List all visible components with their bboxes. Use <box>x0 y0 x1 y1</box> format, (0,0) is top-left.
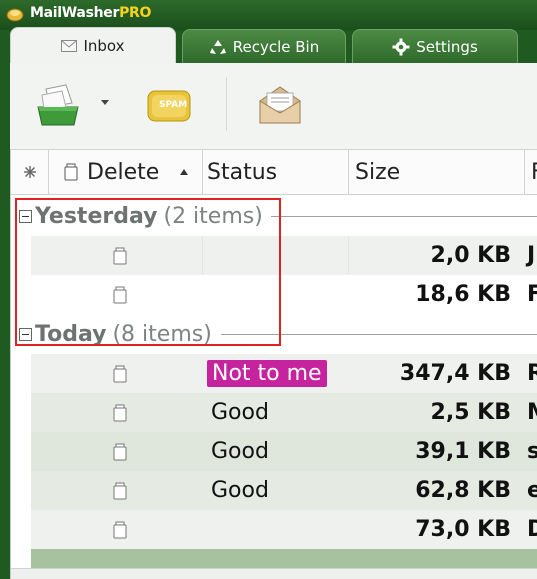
table-row[interactable]: 73,0 KB D <box>31 510 537 549</box>
chevron-down-icon[interactable] <box>100 99 110 107</box>
group-count: (8 items) <box>112 322 212 347</box>
from-cell: e <box>527 471 537 510</box>
group-label: Today <box>35 322 107 347</box>
gear-icon <box>392 38 410 55</box>
open-envelope-button[interactable] <box>256 81 304 129</box>
trash-icon <box>113 482 127 499</box>
app-title-main: MailWasher <box>30 5 120 21</box>
group-divider <box>221 334 537 335</box>
trash-icon <box>64 163 78 181</box>
table-row[interactable]: Not to me 347,4 KB R <box>31 354 537 393</box>
table-row[interactable]: Good 39,1 KB s <box>31 432 537 471</box>
app-title: MailWasherPRO <box>30 5 151 21</box>
size-cell: 62,8 KB <box>415 478 511 503</box>
sort-ascending-icon <box>180 169 189 175</box>
status-cell <box>207 236 347 275</box>
column-header-row: Delete Status Size F <box>11 149 537 195</box>
column-header-size[interactable]: Size <box>349 150 525 194</box>
cell-divider <box>202 236 203 275</box>
tab-inbox-label: Inbox <box>83 36 125 55</box>
table-row-partial[interactable] <box>31 549 537 569</box>
group-header-yesterday[interactable]: Yesterday (2 items) <box>11 197 537 236</box>
status-cell <box>211 510 347 549</box>
asterisk-icon <box>23 166 36 178</box>
column-header-from[interactable]: F <box>525 150 537 194</box>
trash-icon <box>113 286 127 303</box>
from-cell: M <box>527 393 537 432</box>
horizontal-scrollbar[interactable] <box>11 568 537 579</box>
size-cell: 18,6 KB <box>415 282 511 307</box>
status-cell <box>207 275 347 314</box>
from-cell: J <box>527 243 536 268</box>
spam-label: SPAM <box>159 100 188 110</box>
size-cell: 347,4 KB <box>399 361 511 386</box>
column-header-delete[interactable]: Delete <box>49 150 203 194</box>
group-divider <box>271 216 537 217</box>
column-header-status[interactable]: Status <box>203 150 349 194</box>
delete-cell[interactable] <box>111 471 141 510</box>
group-label: Yesterday <box>35 204 158 229</box>
collapse-icon[interactable] <box>19 210 32 223</box>
app-logo-icon <box>6 8 24 22</box>
status-cell: Good <box>211 478 269 503</box>
column-header-from-label: F <box>531 160 537 185</box>
delete-cell[interactable] <box>111 510 141 549</box>
delete-cell[interactable] <box>111 236 141 275</box>
tab-settings[interactable]: Settings <box>352 29 518 63</box>
status-cell: Good <box>211 439 269 464</box>
size-cell: 73,0 KB <box>415 517 511 542</box>
size-cell: 2,0 KB <box>430 243 511 268</box>
trash-icon <box>113 365 127 382</box>
table-row[interactable]: 18,6 KB F <box>31 275 537 314</box>
tab-recycle-bin[interactable]: Recycle Bin <box>182 29 346 63</box>
spam-button[interactable]: SPAM <box>146 81 192 129</box>
delete-cell[interactable] <box>111 393 141 432</box>
status-cell: Not to me <box>207 354 347 393</box>
column-header-size-label: Size <box>355 159 401 185</box>
column-header-status-label: Status <box>207 159 278 185</box>
table-row[interactable]: Good 2,5 KB M <box>31 393 537 432</box>
delete-cell[interactable] <box>111 432 141 471</box>
tab-settings-label: Settings <box>416 37 478 56</box>
message-grid: Delete Status Size F Yesterday (2 items)… <box>10 149 537 579</box>
from-cell: F <box>527 275 537 314</box>
check-mail-button[interactable] <box>32 81 84 129</box>
group-count: (2 items) <box>163 204 263 229</box>
trash-icon <box>113 247 127 264</box>
column-settings[interactable] <box>11 150 49 194</box>
app-title-pro: PRO <box>119 5 152 21</box>
tab-recycle-bin-label: Recycle Bin <box>232 37 320 56</box>
status-cell: Good <box>211 400 269 425</box>
group-header-today[interactable]: Today (8 items) <box>11 315 537 354</box>
trash-icon <box>113 521 127 538</box>
size-cell: 39,1 KB <box>415 439 511 464</box>
from-cell: s <box>527 432 537 471</box>
recycle-icon <box>209 39 226 54</box>
column-header-delete-label: Delete <box>87 159 160 185</box>
delete-cell[interactable] <box>111 354 141 393</box>
from-cell: D <box>527 510 537 549</box>
delete-cell[interactable] <box>111 275 141 314</box>
table-row[interactable]: Good 62,8 KB e <box>31 471 537 510</box>
toolbar: SPAM <box>10 63 537 149</box>
trash-icon <box>113 443 127 460</box>
table-row[interactable]: 2,0 KB J <box>31 236 537 275</box>
envelope-icon <box>61 39 78 52</box>
tab-inbox[interactable]: Inbox <box>10 27 176 63</box>
tab-bar: Inbox Recycle Bin Settings <box>0 27 537 63</box>
size-cell: 2,5 KB <box>430 400 511 425</box>
status-badge: Not to me <box>207 360 327 387</box>
collapse-icon[interactable] <box>19 328 32 341</box>
toolbar-separator <box>226 77 227 131</box>
from-cell: R <box>527 354 537 393</box>
trash-icon <box>113 404 127 421</box>
title-bar: MailWasherPRO <box>0 0 537 30</box>
